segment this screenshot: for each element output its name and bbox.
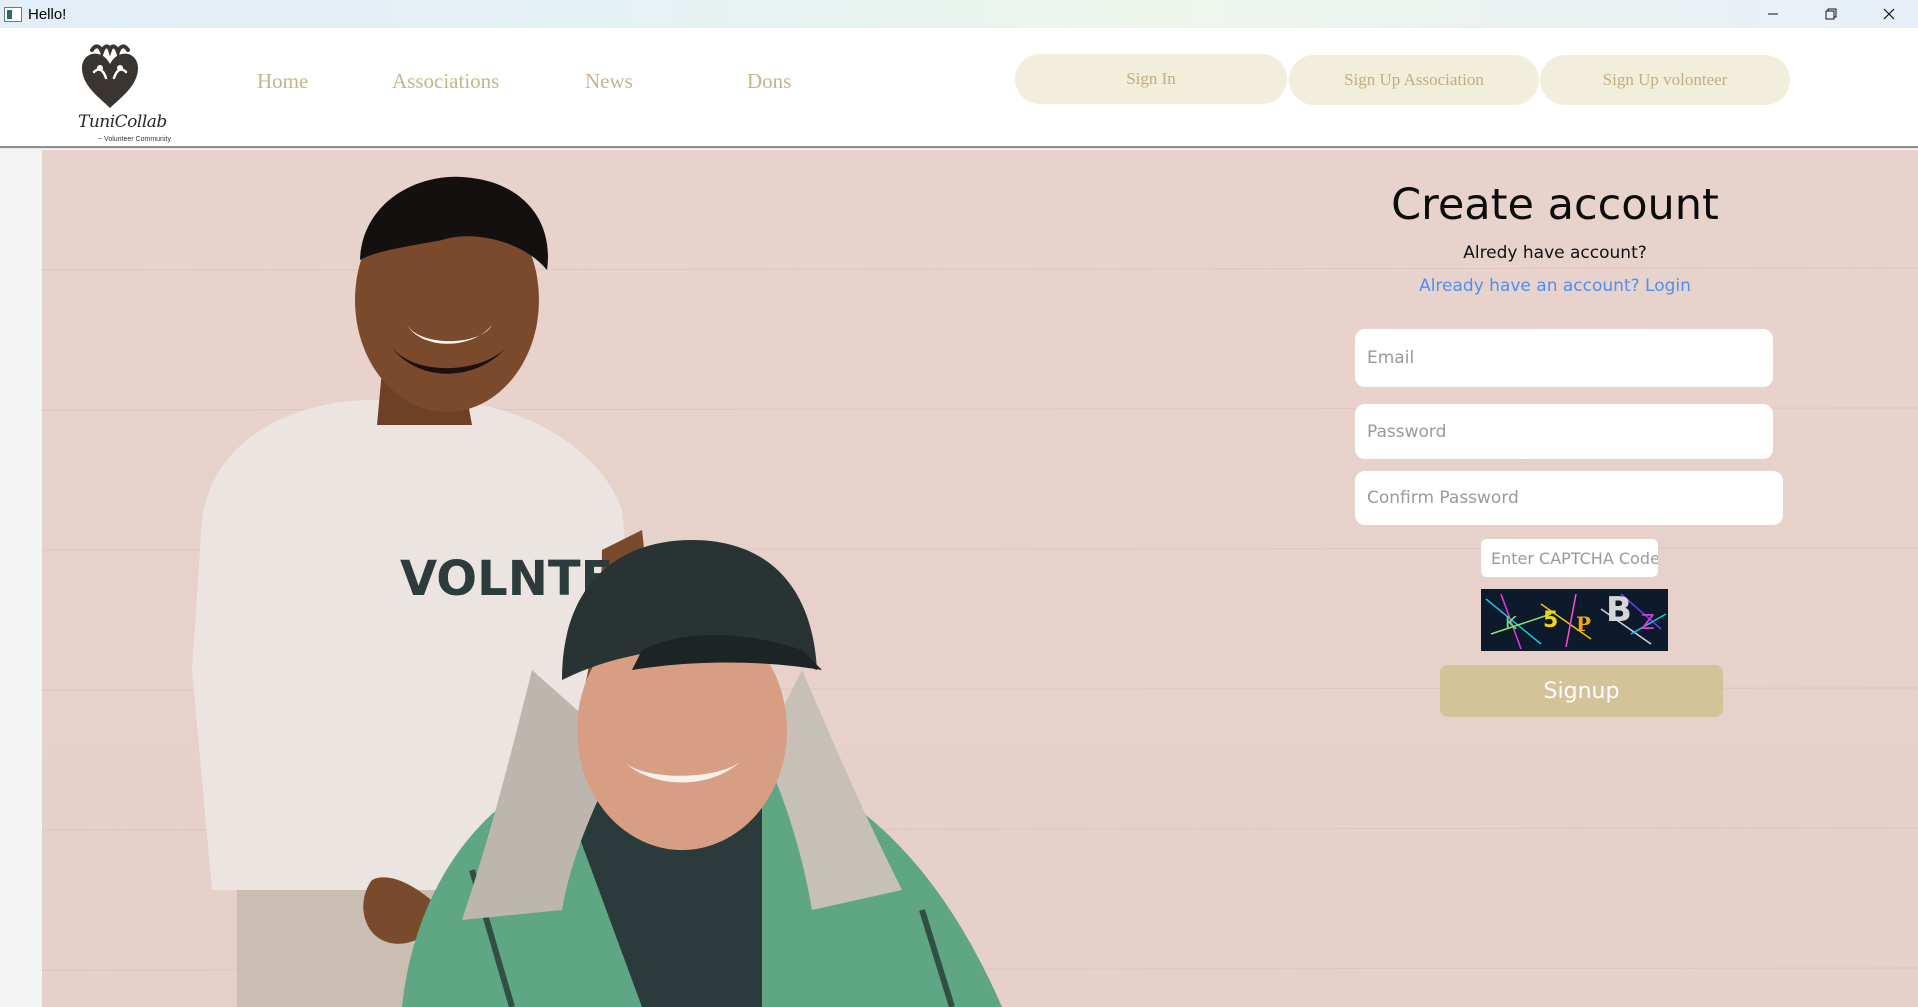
svg-text:5: 5 [1543, 608, 1558, 633]
top-navbar: TuniCollab ~ Volunteer Community Home As… [0, 28, 1918, 148]
brand-logo[interactable]: TuniCollab ~ Volunteer Community [74, 42, 194, 148]
nav-link-home[interactable]: Home [257, 69, 308, 94]
minimize-button[interactable] [1744, 0, 1802, 28]
svg-text:K: K [1505, 613, 1518, 634]
email-field[interactable] [1355, 329, 1773, 387]
sign-in-button[interactable]: Sign In [1015, 54, 1287, 104]
login-link[interactable]: Already have an account? Login [1330, 276, 1780, 296]
brand-tagline: ~ Volunteer Community [98, 136, 171, 143]
heart-hands-logo-icon [82, 44, 138, 108]
window-titlebar: Hello! [0, 0, 1918, 28]
form-title: Create account [1391, 180, 1719, 230]
signup-button[interactable]: Signup [1440, 665, 1723, 717]
app-icon [4, 6, 22, 22]
nav-link-news[interactable]: News [585, 69, 633, 94]
minimize-icon [1768, 13, 1778, 15]
nav-link-dons[interactable]: Dons [747, 69, 791, 94]
form-subtitle: Alredy have account? [1463, 243, 1647, 263]
restore-button[interactable] [1802, 0, 1860, 28]
svg-text:Z: Z [1641, 610, 1655, 634]
captcha-noise-graphic: K 5 P B Z [1481, 589, 1668, 651]
restore-icon [1825, 8, 1837, 20]
confirm-password-field[interactable] [1355, 471, 1783, 525]
close-icon [1883, 8, 1895, 20]
window-title: Hello! [28, 5, 67, 23]
captcha-image: K 5 P B Z [1481, 589, 1668, 651]
captcha-input[interactable] [1481, 539, 1658, 577]
nav-link-associations[interactable]: Associations [392, 69, 499, 94]
left-gutter [0, 150, 42, 1007]
close-button[interactable] [1860, 0, 1918, 28]
sign-up-volunteer-button[interactable]: Sign Up volonteer [1540, 55, 1790, 105]
password-field[interactable] [1355, 404, 1773, 459]
sign-up-association-button[interactable]: Sign Up Association [1289, 55, 1539, 105]
svg-text:B: B [1606, 590, 1632, 630]
brand-name: TuniCollab [78, 112, 167, 132]
window-controls [1744, 0, 1918, 28]
svg-text:P: P [1576, 612, 1591, 636]
